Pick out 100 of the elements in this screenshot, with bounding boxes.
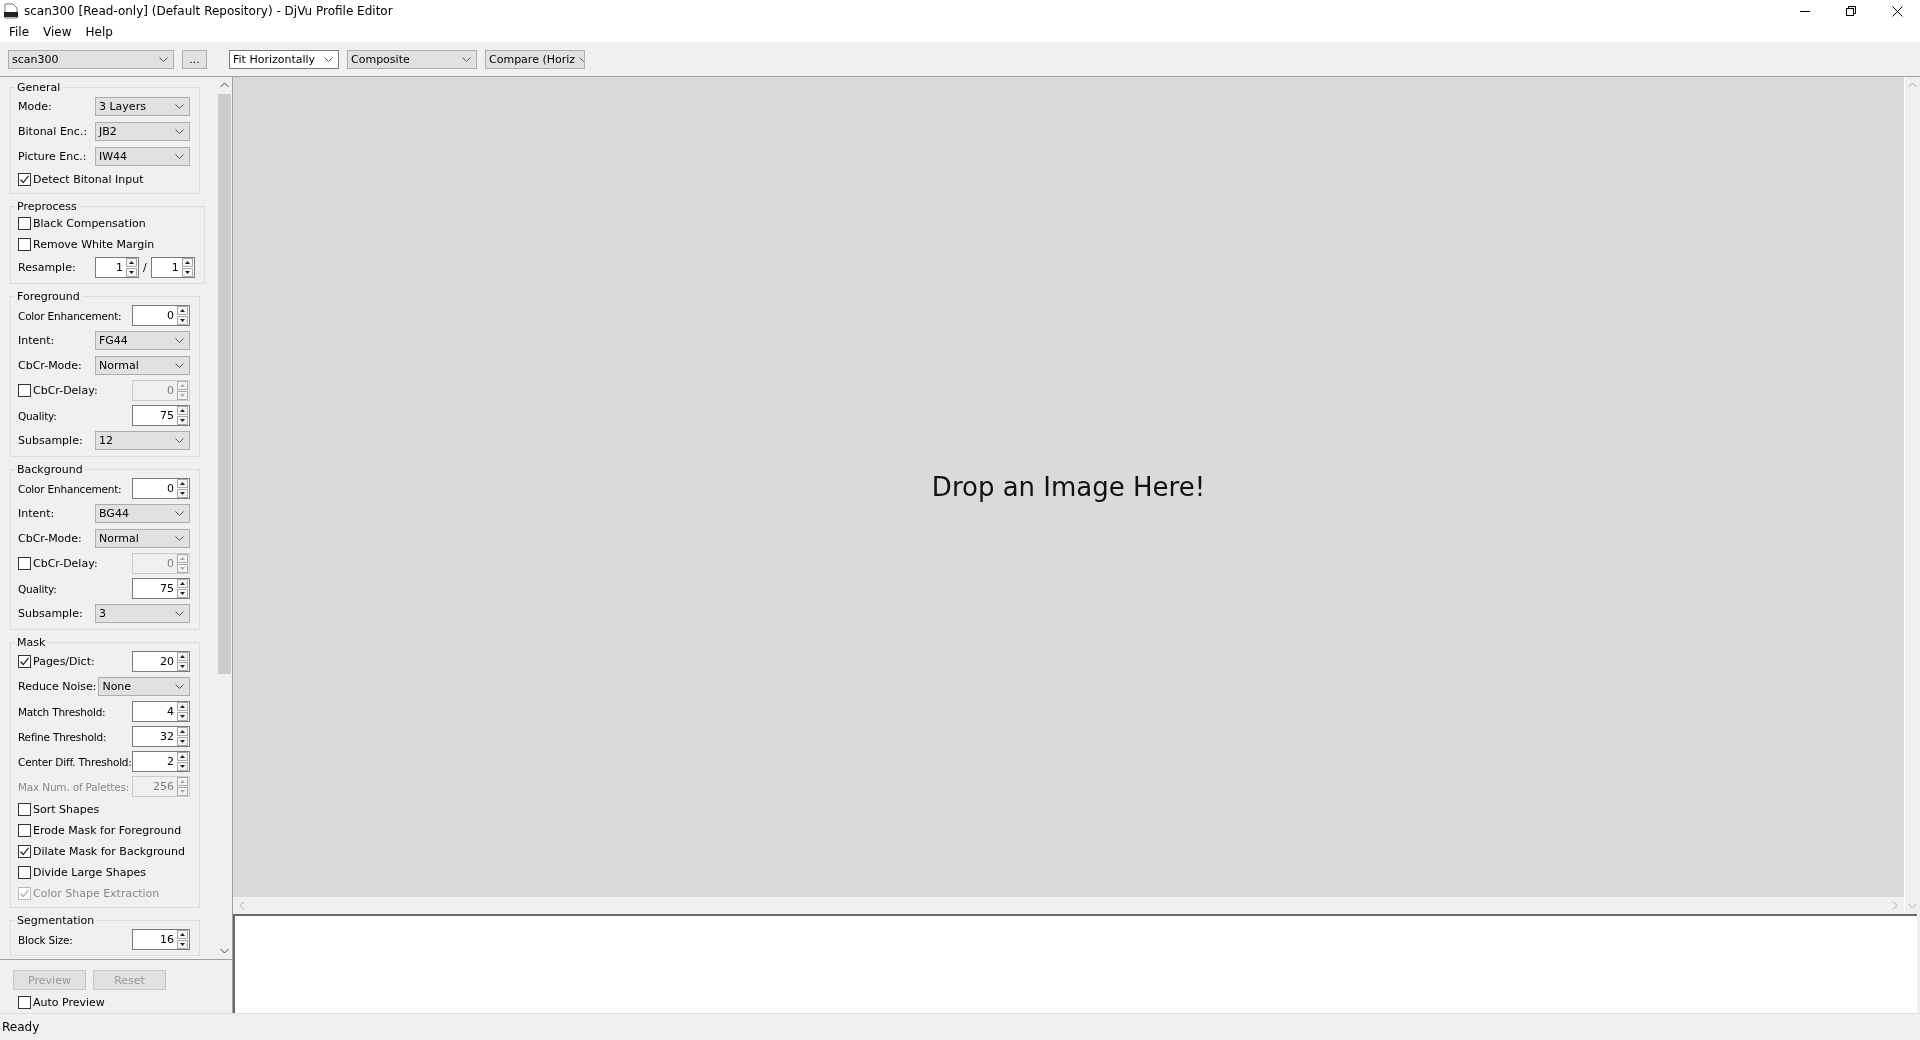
field-label: Color Enhancement: — [18, 482, 122, 495]
field-label: Bitonal Enc.: — [18, 125, 89, 138]
scroll-thumb[interactable] — [217, 94, 231, 674]
dropdown[interactable]: 12 — [95, 431, 190, 450]
group-title: General — [16, 81, 62, 94]
drop-area[interactable]: Drop an Image Here! — [233, 77, 1904, 897]
dropdown[interactable]: IW44 — [95, 147, 190, 166]
browse-button[interactable]: ... — [182, 49, 207, 69]
field-label: CbCr-Mode: — [18, 359, 83, 372]
chevron-down-icon — [175, 154, 184, 159]
checkbox[interactable] — [18, 217, 31, 230]
up-arrow-icon[interactable] — [177, 579, 188, 588]
field-label: Refine Threshold: — [18, 730, 107, 743]
checkbox-label[interactable]: Pages/Dict: — [33, 655, 95, 668]
field-label: Reduce Noise: — [18, 680, 97, 693]
field-label: Max Num. of Palettes: — [18, 780, 130, 793]
down-arrow-icon[interactable] — [177, 589, 188, 598]
up-arrow-icon[interactable] — [181, 258, 193, 267]
dropdown[interactable]: 3 — [95, 604, 190, 623]
checkbox[interactable] — [18, 866, 31, 879]
spin-box[interactable]: 75 — [132, 578, 190, 599]
checkbox-label[interactable]: Sort Shapes — [33, 803, 100, 816]
close-icon — [1891, 5, 1903, 17]
field-label: Mode: — [18, 100, 53, 113]
dropdown[interactable]: JB2 — [95, 122, 190, 141]
chevron-down-icon — [175, 536, 184, 541]
up-arrow-icon[interactable] — [177, 306, 188, 315]
dropdown[interactable]: Composite — [347, 49, 477, 69]
spin-box[interactable]: 1 — [150, 257, 195, 278]
checkbox[interactable] — [18, 996, 31, 1010]
dropdown[interactable]: FG44 — [95, 331, 190, 350]
down-arrow-icon[interactable] — [181, 268, 193, 277]
dropdown[interactable]: Normal — [95, 356, 190, 375]
spin-box[interactable]: 20 — [132, 651, 190, 672]
down-arrow-icon[interactable] — [177, 737, 188, 746]
chevron-down-icon — [175, 363, 184, 368]
dropdown[interactable]: Fit Horizontally — [229, 49, 339, 69]
field-label: Block Size: — [18, 933, 73, 946]
checkbox[interactable] — [18, 655, 31, 668]
menu-item[interactable]: File — [2, 25, 37, 39]
up-arrow-icon[interactable] — [177, 727, 188, 736]
up-arrow-icon[interactable] — [177, 652, 188, 661]
dropdown[interactable]: 3 Layers — [95, 97, 190, 116]
checkbox-label[interactable]: Divide Large Shapes — [33, 866, 146, 879]
checkbox-label[interactable]: Black Compensation — [33, 217, 146, 230]
up-arrow-icon[interactable] — [177, 752, 188, 761]
up-arrow-icon[interactable] — [126, 258, 137, 267]
field-label: Subsample: — [18, 434, 84, 447]
spin-box[interactable]: 0 — [132, 478, 190, 499]
down-arrow-icon[interactable] — [126, 268, 137, 277]
down-arrow-icon[interactable] — [177, 416, 188, 425]
checkbox[interactable] — [18, 845, 31, 858]
down-arrow-icon[interactable] — [177, 712, 188, 721]
menu-item[interactable]: View — [36, 25, 79, 39]
checkbox[interactable] — [18, 803, 31, 816]
field-label: Intent: — [18, 334, 56, 347]
checkbox[interactable] — [18, 824, 31, 837]
dropdown[interactable]: BG44 — [95, 504, 190, 523]
down-arrow-icon[interactable] — [177, 662, 188, 671]
field-label: Match Threshold: — [18, 705, 106, 718]
dropdown[interactable]: Normal — [95, 529, 190, 548]
checkbox-label[interactable]: Remove White Margin — [33, 238, 155, 251]
field-label: Quality: — [18, 582, 57, 595]
down-arrow-icon[interactable] — [177, 762, 188, 771]
down-arrow-icon[interactable] — [177, 489, 188, 498]
field-label: Picture Enc.: — [18, 150, 88, 163]
chevron-down-icon — [324, 56, 333, 62]
down-arrow-icon[interactable] — [177, 316, 188, 325]
field-label: Center Diff. Threshold: — [18, 755, 132, 768]
spin-box[interactable]: 2 — [132, 751, 190, 772]
checkbox-label[interactable]: Detect Bitonal Input — [33, 173, 144, 186]
up-arrow-icon[interactable] — [177, 479, 188, 488]
dropdown[interactable]: scan300 — [8, 49, 174, 69]
checkbox[interactable] — [18, 238, 31, 251]
menu-item[interactable]: Help — [78, 25, 120, 39]
field-label: Color Enhancement: — [18, 309, 122, 322]
checkbox-label[interactable]: Erode Mask for Foreground — [33, 824, 182, 837]
chevron-down-icon — [175, 129, 184, 134]
checkbox-label[interactable]: Auto Preview — [33, 996, 105, 1010]
spin-box[interactable]: 1 — [95, 257, 139, 278]
spin-box[interactable]: 16 — [132, 929, 190, 950]
spin-box[interactable]: 4 — [132, 701, 190, 722]
spin-box[interactable]: 32 — [132, 726, 190, 747]
up-arrow-icon[interactable] — [177, 406, 188, 415]
checkbox[interactable] — [18, 173, 31, 186]
group-title: Mask — [16, 636, 47, 649]
dropdown[interactable]: None — [98, 677, 190, 696]
dropdown[interactable]: Compare (Horiz — [485, 49, 585, 69]
chevron-down-icon — [159, 56, 168, 62]
spin-box[interactable]: 0 — [132, 305, 190, 326]
chevron-down-icon — [175, 338, 184, 343]
up-arrow-icon[interactable] — [177, 930, 188, 939]
drop-message: Drop an Image Here! — [931, 472, 1206, 502]
window-title: scan300 [Read-only] (Default Repository) - DjVu Profile Editor — [24, 4, 393, 18]
chevron-down-icon — [175, 511, 184, 516]
up-arrow-icon[interactable] — [177, 702, 188, 711]
down-arrow-icon[interactable] — [177, 940, 188, 949]
spin-box[interactable]: 75 — [132, 405, 190, 426]
group-title: Foreground — [16, 290, 81, 303]
checkbox-label[interactable]: Dilate Mask for Background — [33, 845, 185, 858]
